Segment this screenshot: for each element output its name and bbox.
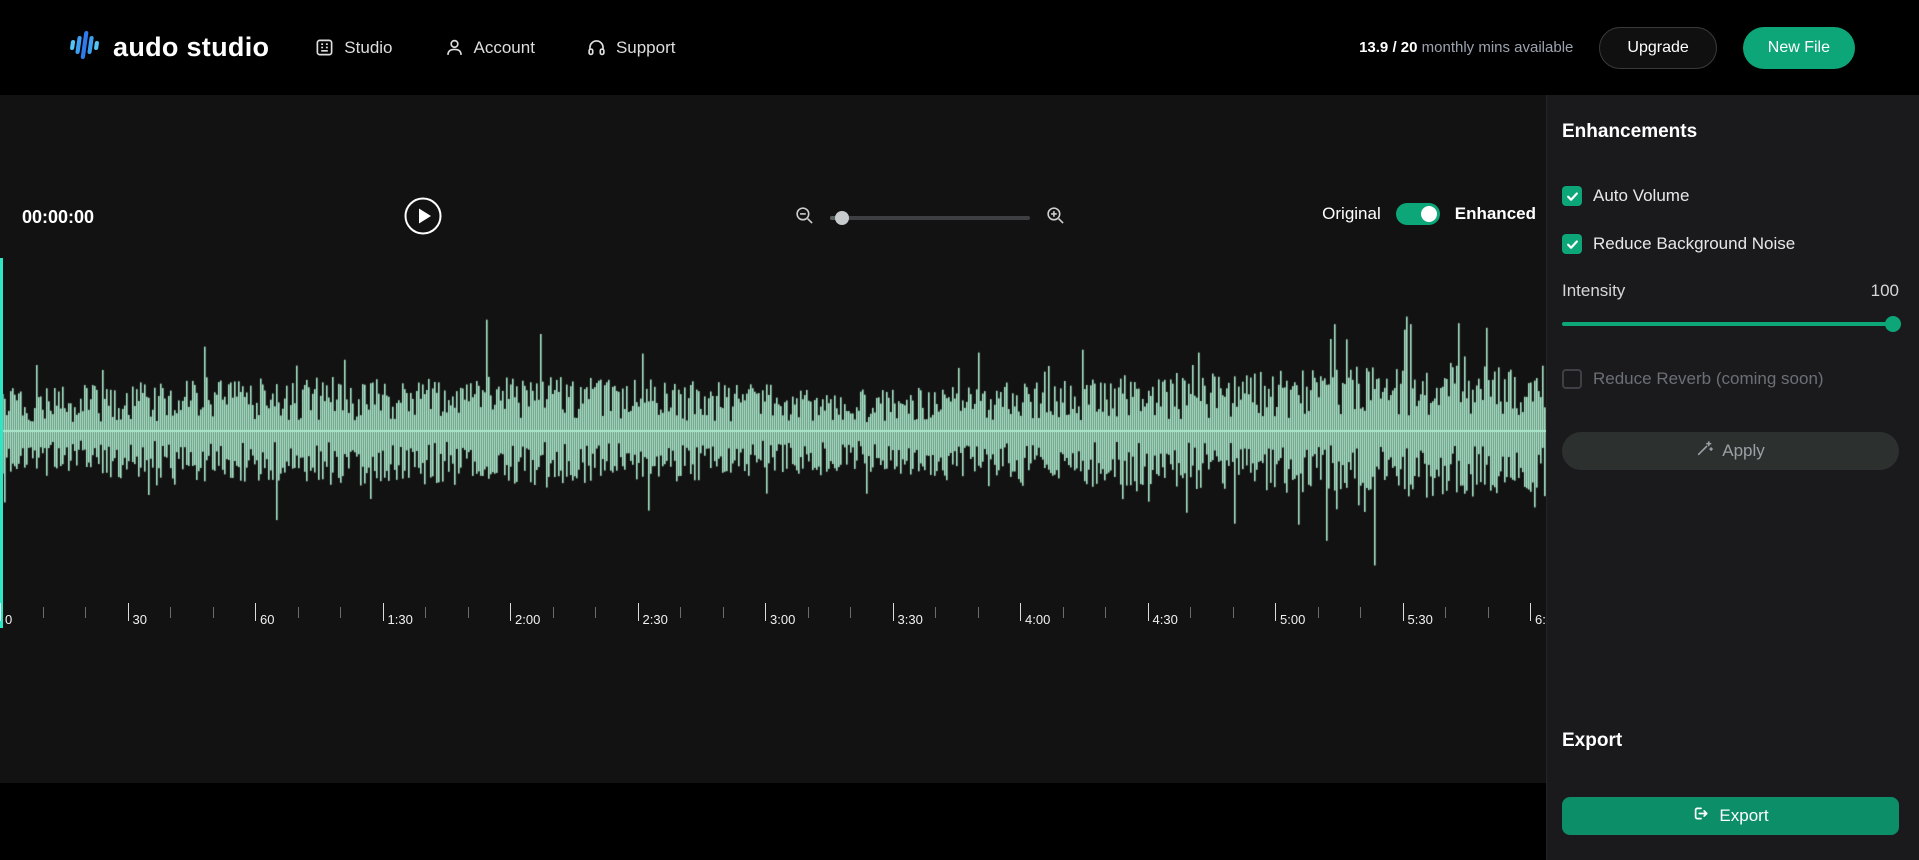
waveform-panel: 00:00:00 <box>0 95 1546 783</box>
reduce-reverb-checkbox[interactable]: Reduce Reverb (coming soon) <box>1562 369 1824 389</box>
timeline-label: 30 <box>133 612 147 627</box>
new-file-button[interactable]: New File <box>1743 27 1855 69</box>
editor-area: 00:00:00 <box>0 95 1546 860</box>
timeline-label: 3:30 <box>898 612 923 627</box>
reduce-reverb-label: Reduce Reverb (coming soon) <box>1593 369 1824 389</box>
timeline-label: 3:00 <box>770 612 795 627</box>
zoom-control <box>795 206 1065 230</box>
timeline-label: 1:30 <box>388 612 413 627</box>
timeline-label: 5:00 <box>1280 612 1305 627</box>
checkbox-icon <box>1562 369 1582 389</box>
audo-logo-icon <box>66 27 102 68</box>
account-icon <box>445 38 464 57</box>
auto-volume-label: Auto Volume <box>1593 186 1689 206</box>
nav-label-support: Support <box>616 38 676 58</box>
apply-label: Apply <box>1722 441 1765 461</box>
apply-button[interactable]: Apply <box>1562 432 1899 470</box>
timeline-label: 0 <box>5 612 12 627</box>
minutes-caption: monthly mins available <box>1422 39 1574 56</box>
studio-grid-icon <box>315 38 334 57</box>
nav-item-account[interactable]: Account <box>445 38 535 58</box>
original-label: Original <box>1322 204 1381 224</box>
zoom-in-icon[interactable] <box>1046 206 1065 230</box>
brand-name: audo studio <box>113 32 269 63</box>
play-button[interactable] <box>403 196 443 236</box>
brand-logo[interactable]: audo studio <box>66 27 269 68</box>
reduce-noise-checkbox[interactable]: Reduce Background Noise <box>1562 234 1795 254</box>
waveform[interactable] <box>0 255 1546 631</box>
original-enhanced-toggle: Original Enhanced <box>1322 203 1536 225</box>
upgrade-button[interactable]: Upgrade <box>1599 27 1716 69</box>
timeline-label: 4:00 <box>1025 612 1050 627</box>
reduce-noise-label: Reduce Background Noise <box>1593 234 1795 254</box>
top-navbar: audo studio Studio Account <box>0 0 1919 95</box>
nav-label-account: Account <box>474 38 535 58</box>
timeline-label: 60 <box>260 612 274 627</box>
auto-volume-checkbox[interactable]: Auto Volume <box>1562 186 1689 206</box>
export-label: Export <box>1719 806 1768 826</box>
enhanced-switch[interactable] <box>1396 203 1440 225</box>
intensity-value: 100 <box>1871 281 1899 301</box>
nav-item-support[interactable]: Support <box>587 38 676 58</box>
export-title: Export <box>1562 730 1622 752</box>
intensity-row: Intensity 100 <box>1562 281 1899 301</box>
checkbox-icon <box>1562 234 1582 254</box>
enhancements-panel: Enhancements Auto Volume Reduce Backgrou… <box>1546 95 1919 860</box>
zoom-out-icon[interactable] <box>795 206 814 230</box>
checkbox-icon <box>1562 186 1582 206</box>
intensity-label: Intensity <box>1562 281 1625 301</box>
magic-wand-icon <box>1696 440 1713 462</box>
playhead-cursor[interactable] <box>0 258 3 628</box>
zoom-slider[interactable] <box>830 216 1030 220</box>
timeline: 0 30 60 1:30 2:00 2:30 3:00 3:30 4:00 4:30 5:00 5:3… <box>0 603 1546 639</box>
timeline-label: 5:30 <box>1408 612 1433 627</box>
timeline-label: 2:00 <box>515 612 540 627</box>
enhanced-label: Enhanced <box>1455 204 1536 224</box>
nav-item-studio[interactable]: Studio <box>315 38 392 58</box>
main-nav: Studio Account Support <box>315 38 675 58</box>
zoom-slider-thumb[interactable] <box>835 211 849 225</box>
timeline-label: 2:30 <box>643 612 668 627</box>
intensity-slider-thumb[interactable] <box>1885 316 1901 332</box>
content-area: 00:00:00 <box>0 95 1919 860</box>
switch-knob <box>1421 206 1437 222</box>
minutes-value: 13.9 / 20 <box>1359 39 1417 56</box>
playback-timestamp: 00:00:00 <box>22 207 94 228</box>
navbar-right: 13.9 / 20 monthly mins available Upgrade… <box>1359 27 1855 69</box>
export-icon <box>1692 805 1709 827</box>
support-headphones-icon <box>587 38 606 57</box>
minutes-remaining: 13.9 / 20 monthly mins available <box>1359 39 1573 56</box>
intensity-slider[interactable] <box>1562 322 1899 326</box>
panel-title: Enhancements <box>1562 121 1697 143</box>
export-button[interactable]: Export <box>1562 797 1899 835</box>
timeline-label: 4:30 <box>1153 612 1178 627</box>
timeline-label: 6:00 <box>1535 612 1546 627</box>
nav-label-studio: Studio <box>344 38 392 58</box>
